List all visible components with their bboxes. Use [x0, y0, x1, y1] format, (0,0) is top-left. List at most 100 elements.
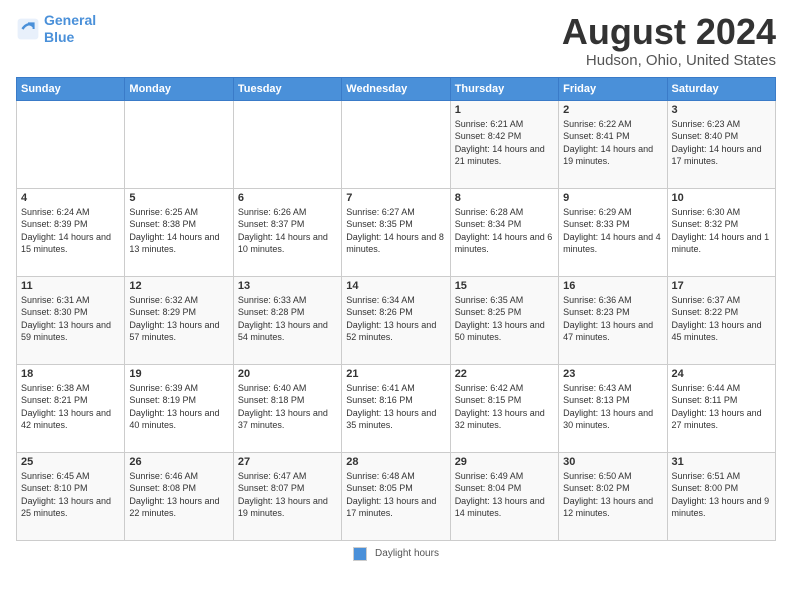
cell-details: Sunrise: 6:31 AM Sunset: 8:30 PM Dayligh… — [21, 294, 120, 344]
cell-details: Sunrise: 6:35 AM Sunset: 8:25 PM Dayligh… — [455, 294, 554, 344]
cell-details: Sunrise: 6:49 AM Sunset: 8:04 PM Dayligh… — [455, 470, 554, 520]
header-tuesday: Tuesday — [233, 77, 341, 100]
calendar-header: Sunday Monday Tuesday Wednesday Thursday… — [17, 77, 776, 100]
cell-details: Sunrise: 6:24 AM Sunset: 8:39 PM Dayligh… — [21, 206, 120, 256]
calendar-cell — [342, 100, 450, 188]
cell-details: Sunrise: 6:36 AM Sunset: 8:23 PM Dayligh… — [563, 294, 662, 344]
calendar-cell: 10 Sunrise: 6:30 AM Sunset: 8:32 PM Dayl… — [667, 188, 775, 276]
calendar-cell — [17, 100, 125, 188]
header-thursday: Thursday — [450, 77, 558, 100]
calendar-cell: 27 Sunrise: 6:47 AM Sunset: 8:07 PM Dayl… — [233, 452, 341, 540]
day-number: 8 — [455, 192, 554, 204]
cell-details: Sunrise: 6:25 AM Sunset: 8:38 PM Dayligh… — [129, 206, 228, 256]
day-number: 12 — [129, 280, 228, 292]
cell-details: Sunrise: 6:37 AM Sunset: 8:22 PM Dayligh… — [672, 294, 771, 344]
calendar-cell: 16 Sunrise: 6:36 AM Sunset: 8:23 PM Dayl… — [559, 276, 667, 364]
calendar-cell: 7 Sunrise: 6:27 AM Sunset: 8:35 PM Dayli… — [342, 188, 450, 276]
day-number: 4 — [21, 192, 120, 204]
calendar-week-row: 11 Sunrise: 6:31 AM Sunset: 8:30 PM Dayl… — [17, 276, 776, 364]
day-number: 9 — [563, 192, 662, 204]
calendar-cell: 22 Sunrise: 6:42 AM Sunset: 8:15 PM Dayl… — [450, 364, 558, 452]
calendar-body: 1 Sunrise: 6:21 AM Sunset: 8:42 PM Dayli… — [17, 100, 776, 540]
calendar-cell: 9 Sunrise: 6:29 AM Sunset: 8:33 PM Dayli… — [559, 188, 667, 276]
cell-details: Sunrise: 6:34 AM Sunset: 8:26 PM Dayligh… — [346, 294, 445, 344]
calendar-week-row: 4 Sunrise: 6:24 AM Sunset: 8:39 PM Dayli… — [17, 188, 776, 276]
cell-details: Sunrise: 6:26 AM Sunset: 8:37 PM Dayligh… — [238, 206, 337, 256]
calendar-week-row: 25 Sunrise: 6:45 AM Sunset: 8:10 PM Dayl… — [17, 452, 776, 540]
cell-details: Sunrise: 6:28 AM Sunset: 8:34 PM Dayligh… — [455, 206, 554, 256]
calendar-cell: 26 Sunrise: 6:46 AM Sunset: 8:08 PM Dayl… — [125, 452, 233, 540]
calendar-cell: 11 Sunrise: 6:31 AM Sunset: 8:30 PM Dayl… — [17, 276, 125, 364]
header-monday: Monday — [125, 77, 233, 100]
calendar-cell: 21 Sunrise: 6:41 AM Sunset: 8:16 PM Dayl… — [342, 364, 450, 452]
day-number: 28 — [346, 456, 445, 468]
cell-details: Sunrise: 6:22 AM Sunset: 8:41 PM Dayligh… — [563, 118, 662, 168]
page: General Blue August 2024 Hudson, Ohio, U… — [0, 0, 792, 612]
calendar-cell: 5 Sunrise: 6:25 AM Sunset: 8:38 PM Dayli… — [125, 188, 233, 276]
day-number: 31 — [672, 456, 771, 468]
day-number: 10 — [672, 192, 771, 204]
day-number: 6 — [238, 192, 337, 204]
location: Hudson, Ohio, United States — [562, 52, 776, 69]
calendar-cell: 4 Sunrise: 6:24 AM Sunset: 8:39 PM Dayli… — [17, 188, 125, 276]
cell-details: Sunrise: 6:39 AM Sunset: 8:19 PM Dayligh… — [129, 382, 228, 432]
header-saturday: Saturday — [667, 77, 775, 100]
day-number: 1 — [455, 104, 554, 116]
header-wednesday: Wednesday — [342, 77, 450, 100]
cell-details: Sunrise: 6:27 AM Sunset: 8:35 PM Dayligh… — [346, 206, 445, 256]
day-number: 30 — [563, 456, 662, 468]
cell-details: Sunrise: 6:38 AM Sunset: 8:21 PM Dayligh… — [21, 382, 120, 432]
calendar-cell: 29 Sunrise: 6:49 AM Sunset: 8:04 PM Dayl… — [450, 452, 558, 540]
day-number: 18 — [21, 368, 120, 380]
day-number: 22 — [455, 368, 554, 380]
cell-details: Sunrise: 6:50 AM Sunset: 8:02 PM Dayligh… — [563, 470, 662, 520]
calendar-week-row: 18 Sunrise: 6:38 AM Sunset: 8:21 PM Dayl… — [17, 364, 776, 452]
day-number: 27 — [238, 456, 337, 468]
logo: General Blue — [16, 12, 96, 46]
legend-label: Daylight hours — [375, 548, 439, 559]
calendar-cell: 14 Sunrise: 6:34 AM Sunset: 8:26 PM Dayl… — [342, 276, 450, 364]
calendar-cell — [233, 100, 341, 188]
title-block: August 2024 Hudson, Ohio, United States — [562, 12, 776, 69]
cell-details: Sunrise: 6:30 AM Sunset: 8:32 PM Dayligh… — [672, 206, 771, 256]
calendar-cell — [125, 100, 233, 188]
cell-details: Sunrise: 6:43 AM Sunset: 8:13 PM Dayligh… — [563, 382, 662, 432]
logo-icon — [16, 17, 40, 41]
day-number: 2 — [563, 104, 662, 116]
calendar-cell: 24 Sunrise: 6:44 AM Sunset: 8:11 PM Dayl… — [667, 364, 775, 452]
calendar-cell: 23 Sunrise: 6:43 AM Sunset: 8:13 PM Dayl… — [559, 364, 667, 452]
footer: Daylight hours — [16, 547, 776, 561]
cell-details: Sunrise: 6:33 AM Sunset: 8:28 PM Dayligh… — [238, 294, 337, 344]
header-friday: Friday — [559, 77, 667, 100]
calendar-cell: 13 Sunrise: 6:33 AM Sunset: 8:28 PM Dayl… — [233, 276, 341, 364]
calendar-cell: 6 Sunrise: 6:26 AM Sunset: 8:37 PM Dayli… — [233, 188, 341, 276]
cell-details: Sunrise: 6:47 AM Sunset: 8:07 PM Dayligh… — [238, 470, 337, 520]
cell-details: Sunrise: 6:42 AM Sunset: 8:15 PM Dayligh… — [455, 382, 554, 432]
day-number: 24 — [672, 368, 771, 380]
calendar-cell: 8 Sunrise: 6:28 AM Sunset: 8:34 PM Dayli… — [450, 188, 558, 276]
calendar-cell: 3 Sunrise: 6:23 AM Sunset: 8:40 PM Dayli… — [667, 100, 775, 188]
cell-details: Sunrise: 6:41 AM Sunset: 8:16 PM Dayligh… — [346, 382, 445, 432]
cell-details: Sunrise: 6:29 AM Sunset: 8:33 PM Dayligh… — [563, 206, 662, 256]
logo-general: General — [44, 12, 96, 28]
calendar-cell: 25 Sunrise: 6:45 AM Sunset: 8:10 PM Dayl… — [17, 452, 125, 540]
cell-details: Sunrise: 6:48 AM Sunset: 8:05 PM Dayligh… — [346, 470, 445, 520]
day-number: 16 — [563, 280, 662, 292]
day-number: 14 — [346, 280, 445, 292]
logo-text: General Blue — [44, 12, 96, 46]
day-number: 26 — [129, 456, 228, 468]
logo-blue: Blue — [44, 29, 74, 45]
calendar-cell: 17 Sunrise: 6:37 AM Sunset: 8:22 PM Dayl… — [667, 276, 775, 364]
header: General Blue August 2024 Hudson, Ohio, U… — [16, 12, 776, 69]
cell-details: Sunrise: 6:32 AM Sunset: 8:29 PM Dayligh… — [129, 294, 228, 344]
calendar-table: Sunday Monday Tuesday Wednesday Thursday… — [16, 77, 776, 541]
month-title: August 2024 — [562, 12, 776, 52]
cell-details: Sunrise: 6:44 AM Sunset: 8:11 PM Dayligh… — [672, 382, 771, 432]
calendar-cell: 1 Sunrise: 6:21 AM Sunset: 8:42 PM Dayli… — [450, 100, 558, 188]
day-number: 29 — [455, 456, 554, 468]
day-number: 19 — [129, 368, 228, 380]
day-number: 5 — [129, 192, 228, 204]
day-number: 15 — [455, 280, 554, 292]
calendar-week-row: 1 Sunrise: 6:21 AM Sunset: 8:42 PM Dayli… — [17, 100, 776, 188]
day-number: 7 — [346, 192, 445, 204]
